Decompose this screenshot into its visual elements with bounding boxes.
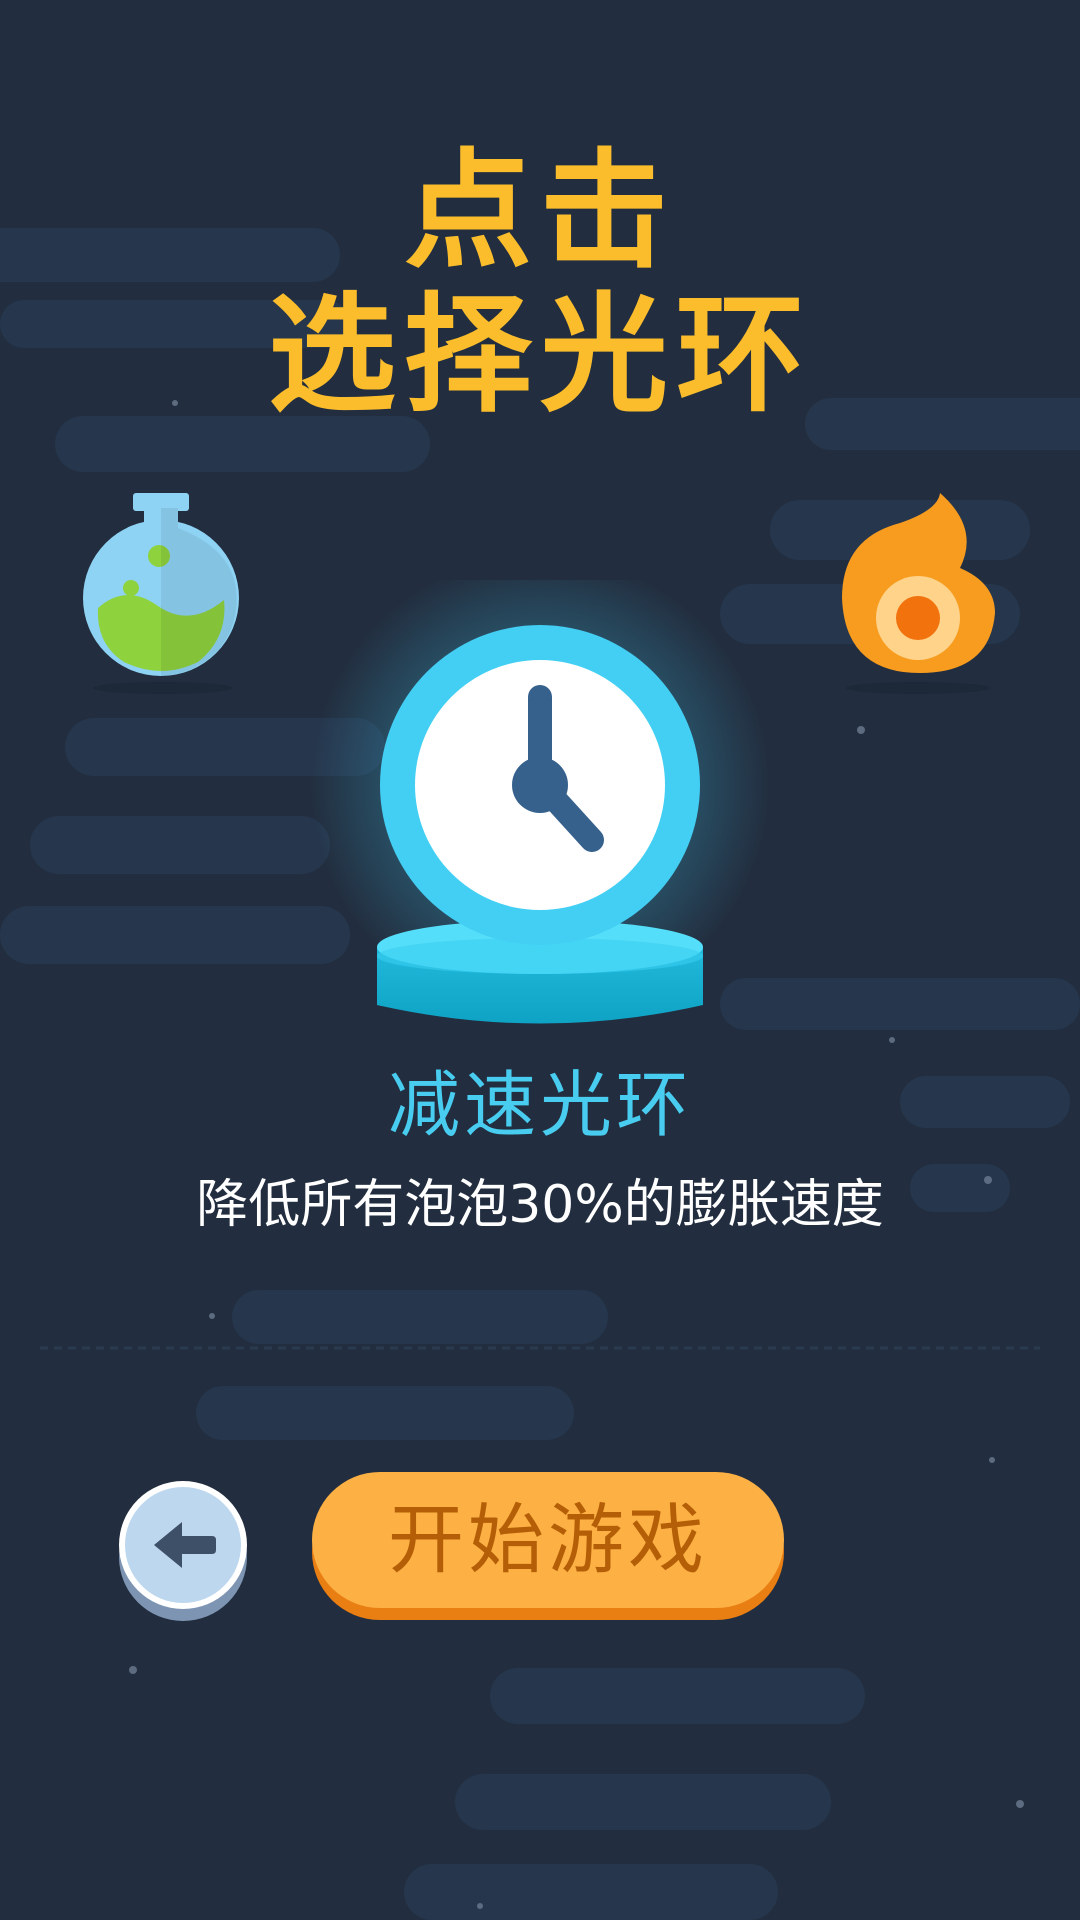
aura-option-potion[interactable] [78, 488, 248, 698]
title-line-1: 点击 [403, 137, 676, 286]
potion-icon [83, 493, 239, 694]
start-button-label: 开始游戏 [388, 1495, 708, 1584]
fire-icon [842, 493, 995, 694]
clock-icon [310, 555, 770, 1024]
aura-name: 减速光环 [387, 1063, 692, 1147]
start-game-button[interactable]: 开始游戏 [312, 1472, 784, 1620]
aura-description: 降低所有泡泡30%的膨胀速度 [196, 1175, 884, 1235]
title-line-2: 选择光环 [267, 281, 812, 430]
back-button[interactable] [116, 1478, 250, 1622]
aura-option-fire[interactable] [830, 488, 1000, 698]
selected-aura-clock[interactable] [280, 555, 800, 1050]
back-arrow-icon [119, 1481, 247, 1621]
